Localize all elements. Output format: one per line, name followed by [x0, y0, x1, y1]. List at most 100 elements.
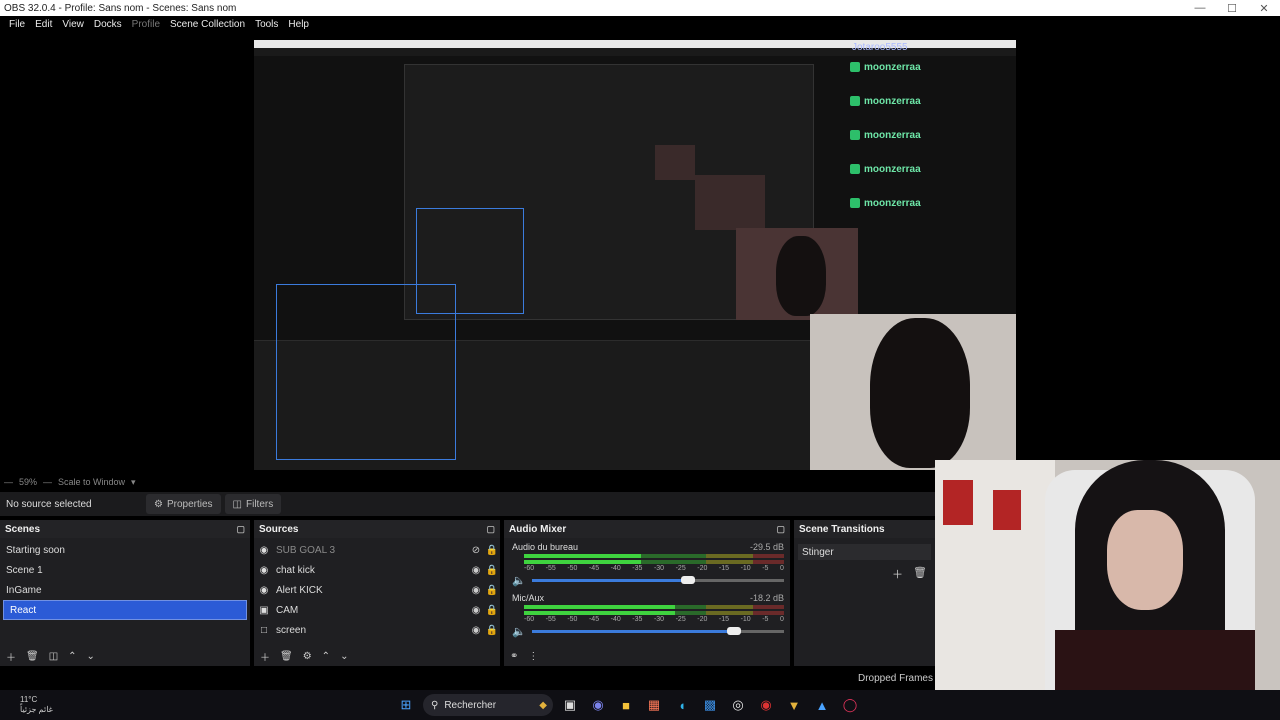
filters-button[interactable]: ◫ Filters — [224, 494, 282, 514]
add-icon[interactable]: ＋ — [6, 649, 16, 664]
menu-view[interactable]: View — [57, 19, 89, 30]
lock-icon[interactable]: 🔒 — [484, 565, 500, 576]
gear-icon[interactable]: ⚙ — [303, 651, 312, 662]
preview-canvas[interactable]: Jotaroo5555 moonzerraa moonzerraa moonze… — [254, 40, 1016, 470]
sources-title: Sources — [259, 523, 299, 535]
chat-message: moonzerraa — [850, 186, 1016, 220]
scene-transitions-dock: Scene Transitions Stinger ＋ 🗑 — [794, 520, 935, 666]
window-title: OBS 32.0.4 - Profile: Sans nom - Scenes:… — [4, 2, 237, 14]
undock-icon[interactable]: ▢ — [776, 524, 785, 535]
app-icon[interactable]: ▼ — [783, 694, 805, 716]
menu-scene-collection[interactable]: Scene Collection — [165, 19, 250, 30]
speaker-icon[interactable]: 🔈 — [512, 625, 526, 638]
windows-start-icon[interactable]: ⊞ — [395, 694, 417, 716]
weather-widget[interactable]: 11°C غائم جزئياً — [0, 695, 60, 715]
lock-icon[interactable]: 🔒 — [484, 545, 500, 556]
scale-mode-select[interactable]: Scale to Window — [58, 477, 125, 487]
eye-icon[interactable]: ◉ — [468, 565, 484, 576]
arrow-up-icon[interactable]: ⌃ — [322, 651, 330, 662]
teams-icon[interactable]: ◉ — [587, 694, 609, 716]
source-item[interactable]: □ screen ◉ 🔒 — [254, 620, 500, 640]
add-icon[interactable]: ＋ — [892, 566, 903, 582]
more-icon[interactable]: ⋮ — [528, 651, 538, 662]
trash-icon[interactable]: 🗑 — [280, 651, 293, 662]
source-item[interactable]: ◉ Alert KICK ◉ 🔒 — [254, 580, 500, 600]
menu-file[interactable]: File — [4, 19, 30, 30]
chat-badge-icon — [850, 198, 860, 208]
store-icon[interactable]: ▩ — [699, 694, 721, 716]
minimize-button[interactable]: — — [1184, 0, 1216, 16]
filter-icon: ◫ — [232, 498, 242, 510]
source-item[interactable]: ◉ SUB GOAL 3 ⊘ 🔒 — [254, 540, 500, 560]
source-name: Alert KICK — [276, 584, 323, 596]
lock-icon[interactable]: 🔒 — [484, 625, 500, 636]
trash-icon[interactable]: 🗑 — [26, 651, 39, 662]
properties-button[interactable]: ⚙ Properties — [146, 494, 221, 514]
maximize-button[interactable]: ☐ — [1216, 0, 1248, 16]
close-button[interactable]: ✕ — [1248, 0, 1280, 16]
edge-icon[interactable]: ◖ — [671, 694, 693, 716]
undock-icon[interactable]: ▢ — [236, 524, 245, 535]
taskbar-apps: ⊞ ⚲ Rechercher ◆ ▣ ◉ ■ ▦ ◖ ▩ ◎ ◉ ▼ ▲ ◯ — [395, 690, 861, 720]
menu-edit[interactable]: Edit — [30, 19, 57, 30]
scene-item[interactable]: Scene 1 — [0, 560, 250, 580]
transition-select[interactable]: Stinger — [798, 544, 931, 560]
paint-icon[interactable]: ▦ — [643, 694, 665, 716]
arrow-down-icon[interactable]: ⌄ — [340, 651, 348, 662]
scenes-dock: Scenes ▢ Starting soon Scene 1 InGame Re… — [0, 520, 250, 666]
scene-list: Starting soon Scene 1 InGame React — [0, 538, 250, 620]
source-item[interactable]: ◉ chat kick ◉ 🔒 — [254, 560, 500, 580]
webcam-poster — [943, 480, 973, 525]
eye-icon[interactable]: ◉ — [468, 585, 484, 596]
eye-icon[interactable]: ◉ — [468, 605, 484, 616]
webcam-shirt — [1055, 630, 1255, 690]
volume-slider[interactable] — [531, 576, 784, 584]
minus-icon[interactable]: — — [43, 477, 52, 487]
mixer-toolbar: ⚭ ⋮ — [504, 646, 790, 666]
lock-icon[interactable]: 🔒 — [484, 585, 500, 596]
taskbar-search[interactable]: ⚲ Rechercher ◆ — [423, 694, 553, 716]
filter-icon[interactable]: ◫ — [49, 651, 58, 662]
scenes-title: Scenes — [5, 523, 41, 535]
arrow-up-icon[interactable]: ⌃ — [68, 651, 76, 662]
selection-box-nested — [416, 208, 524, 314]
link-icon[interactable]: ⚭ — [510, 651, 518, 662]
menu-profile[interactable]: Profile — [127, 19, 165, 30]
camera-icon: ▣ — [259, 604, 269, 616]
menu-tools[interactable]: Tools — [250, 19, 283, 30]
lock-icon[interactable]: 🔒 — [484, 605, 500, 616]
undock-icon[interactable]: ▢ — [486, 524, 495, 535]
scenes-dock-header: Scenes ▢ — [0, 520, 250, 538]
file-explorer-icon[interactable]: ■ — [615, 694, 637, 716]
browser-source-icon: ◉ — [259, 544, 269, 556]
minus-icon[interactable]: — — [4, 477, 13, 487]
eye-icon[interactable]: ◉ — [468, 625, 484, 636]
speaker-icon[interactable]: 🔈 — [512, 574, 526, 587]
obs-icon[interactable]: ◉ — [755, 694, 777, 716]
scene-item[interactable]: Starting soon — [0, 540, 250, 560]
menu-docks[interactable]: Docks — [89, 19, 127, 30]
visibility-off-icon[interactable]: ⊘ — [468, 545, 484, 556]
opera-icon[interactable]: ◯ — [839, 694, 861, 716]
scene-item[interactable]: InGame — [0, 580, 250, 600]
task-view-icon[interactable]: ▣ — [559, 694, 581, 716]
app-icon-2[interactable]: ▲ — [811, 694, 833, 716]
menu-help[interactable]: Help — [283, 19, 314, 30]
scene-item-selected[interactable]: React — [3, 600, 247, 620]
chat-badge-icon — [850, 164, 860, 174]
chevron-down-icon[interactable]: ▾ — [131, 477, 136, 488]
chrome-icon[interactable]: ◎ — [727, 694, 749, 716]
scenes-toolbar: ＋ 🗑 ◫ ⌃ ⌄ — [0, 646, 250, 666]
chat-username: moonzerraa — [864, 61, 921, 73]
search-icon: ⚲ — [431, 699, 439, 711]
volume-meter — [524, 605, 784, 609]
source-item[interactable]: ▣ CAM ◉ 🔒 — [254, 600, 500, 620]
volume-slider[interactable] — [531, 627, 784, 635]
trash-icon[interactable]: 🗑 — [913, 566, 927, 582]
chat-overlay: moonzerraa moonzerraa moonzerraa moonzer… — [850, 50, 1016, 220]
scene-transitions-header: Scene Transitions — [794, 520, 935, 538]
channel-name: Mic/Aux — [512, 593, 545, 603]
arrow-down-icon[interactable]: ⌄ — [87, 651, 95, 662]
add-icon[interactable]: ＋ — [260, 649, 270, 664]
no-source-label: No source selected — [6, 498, 92, 510]
